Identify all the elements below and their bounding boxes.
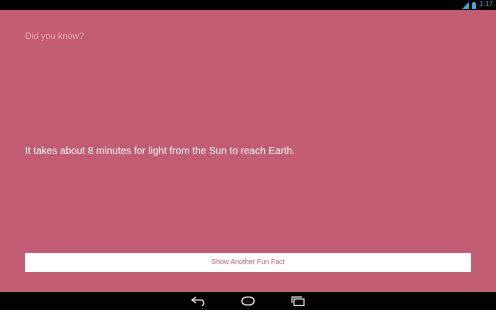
status-icons: 1:17: [462, 0, 493, 10]
battery-icon: [472, 1, 477, 9]
wifi-icon: [462, 1, 470, 9]
navigation-bar: [0, 292, 496, 310]
home-button[interactable]: [238, 295, 258, 307]
back-button[interactable]: [189, 295, 209, 307]
fun-facts-screen: Did you know? It takes about 8 minutes f…: [0, 10, 496, 292]
status-bar: 1:17: [0, 0, 496, 10]
back-icon: [191, 296, 207, 306]
status-time: 1:17: [479, 1, 493, 8]
show-another-fact-button[interactable]: Show Another Fun Fact: [25, 253, 471, 272]
did-you-know-label: Did you know?: [25, 31, 85, 41]
fact-text: It takes about 8 minutes for light from …: [25, 146, 296, 157]
recent-apps-icon: [290, 296, 306, 306]
home-icon: [240, 296, 256, 306]
recent-apps-button[interactable]: [288, 295, 308, 307]
